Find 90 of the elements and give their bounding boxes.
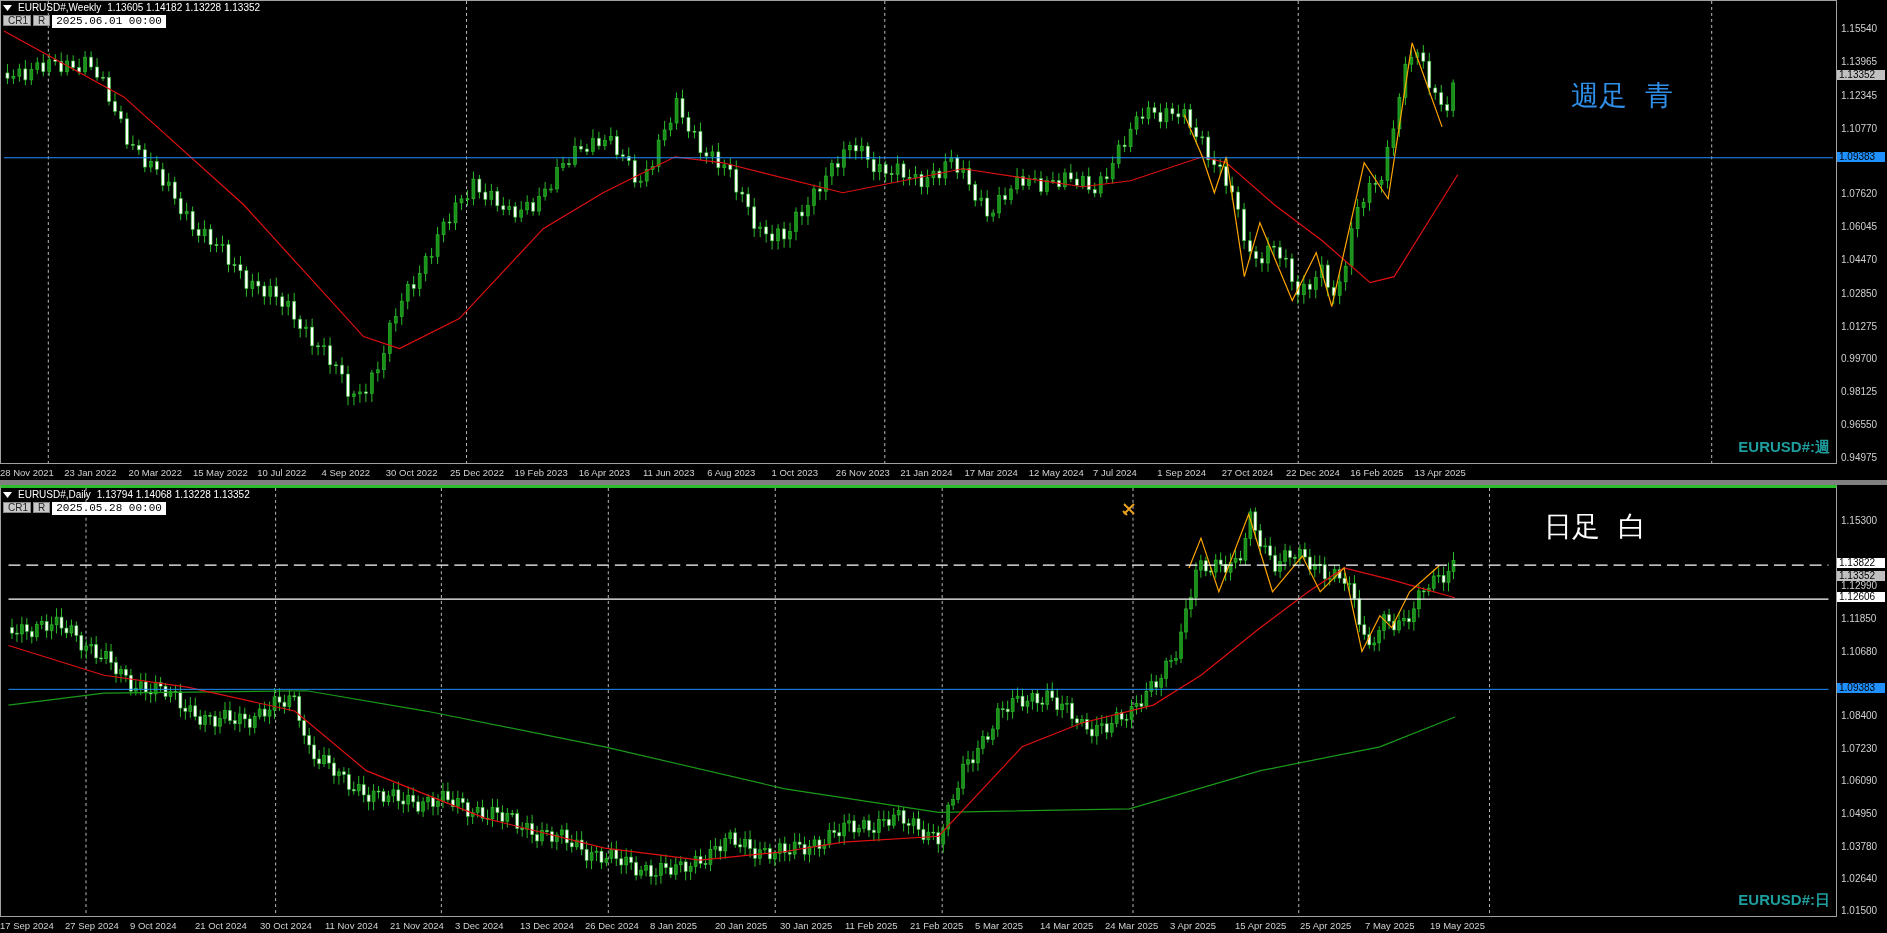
price-label: 1.10680 bbox=[1841, 646, 1878, 657]
time-label: 1 Sep 2024 bbox=[1157, 466, 1207, 478]
time-label: 9 Oct 2024 bbox=[130, 919, 178, 931]
time-label: 19 May 2025 bbox=[1430, 919, 1486, 931]
price-label: 1.06090 bbox=[1841, 776, 1878, 787]
price-marker: 1.09383 bbox=[1837, 683, 1885, 694]
chart-button[interactable]: R bbox=[33, 15, 51, 26]
time-label: 24 Mar 2025 bbox=[1105, 919, 1160, 931]
chart-button[interactable]: CR1 bbox=[3, 502, 31, 513]
price-label: 1.04470 bbox=[1841, 254, 1878, 265]
price-label: 0.96550 bbox=[1841, 420, 1878, 431]
price-label: 1.02850 bbox=[1841, 288, 1878, 299]
time-label: 16 Apr 2023 bbox=[578, 466, 631, 478]
time-label: 21 Jan 2024 bbox=[900, 466, 954, 478]
price-label: 0.94975 bbox=[1841, 453, 1878, 463]
time-label: 27 Sep 2024 bbox=[65, 919, 120, 931]
price-label: 1.06045 bbox=[1841, 222, 1878, 233]
time-label: 13 Dec 2024 bbox=[520, 919, 575, 931]
price-label: 1.11850 bbox=[1841, 613, 1877, 624]
time-label: 4 Sep 2022 bbox=[321, 466, 372, 478]
time-label: 20 Mar 2022 bbox=[128, 466, 183, 478]
chart-note: 日足 白 bbox=[1544, 509, 1646, 545]
time-label: 11 Feb 2025 bbox=[845, 919, 899, 931]
time-label: 26 Nov 2023 bbox=[835, 466, 891, 478]
ohlc-values: 1.13605 1.14182 1.13228 1.13352 bbox=[107, 2, 261, 13]
time-label: 21 Nov 2024 bbox=[390, 919, 445, 931]
time-label: 12 May 2024 bbox=[1028, 466, 1085, 478]
time-label: 11 Nov 2024 bbox=[325, 919, 380, 931]
time-label: 3 Dec 2024 bbox=[455, 919, 505, 931]
symbol-label: EURUSD#:週 bbox=[1738, 438, 1830, 457]
price-label: 1.15300 bbox=[1841, 516, 1878, 526]
time-label: 17 Sep 2024 bbox=[0, 919, 55, 931]
ohlc-values: 1.13794 1.14068 1.13228 1.13352 bbox=[96, 489, 250, 500]
price-label: 1.08400 bbox=[1841, 711, 1878, 721]
time-label: 23 Jan 2022 bbox=[64, 466, 118, 478]
price-marker: 1.13822 bbox=[1837, 557, 1885, 568]
time-label: 30 Oct 2024 bbox=[260, 919, 313, 931]
chart-button[interactable]: CR1 bbox=[3, 15, 31, 26]
time-label: 7 Jul 2024 bbox=[1093, 466, 1138, 478]
price-marker: 1.09383 bbox=[1837, 152, 1885, 163]
time-label: 10 Jul 2022 bbox=[257, 466, 308, 478]
price-label: 1.12990 bbox=[1841, 581, 1878, 592]
chart-note: 週足 青 bbox=[1571, 78, 1673, 114]
chart-title: EURUSD#,Daily bbox=[18, 489, 91, 500]
price-label: 1.10770 bbox=[1841, 123, 1878, 134]
time-label: 30 Jan 2025 bbox=[780, 919, 834, 931]
time-label: 30 Oct 2022 bbox=[385, 466, 439, 478]
time-label: 5 Mar 2025 bbox=[975, 919, 1025, 931]
time-label: 14 Mar 2025 bbox=[1040, 919, 1095, 931]
price-label: 1.02640 bbox=[1841, 873, 1878, 884]
time-label: 26 Dec 2024 bbox=[585, 919, 640, 931]
price-label: 1.04950 bbox=[1841, 808, 1878, 819]
time-label: 27 Oct 2024 bbox=[1221, 466, 1275, 478]
price-label: 1.01500 bbox=[1841, 906, 1878, 916]
price-label: 1.03780 bbox=[1841, 841, 1878, 852]
chart-title: EURUSD#,Weekly bbox=[18, 2, 102, 13]
symbol-label: EURUSD#:日 bbox=[1738, 891, 1830, 910]
price-label: 1.01275 bbox=[1841, 321, 1878, 332]
price-label: 1.07230 bbox=[1841, 744, 1878, 755]
time-label: 25 Dec 2022 bbox=[450, 466, 505, 478]
time-label: 21 Oct 2024 bbox=[195, 919, 248, 931]
time-label: 22 Dec 2024 bbox=[1285, 466, 1341, 478]
price-label: 1.07620 bbox=[1841, 189, 1878, 200]
time-label: 15 May 2022 bbox=[192, 466, 249, 478]
time-label: 20 Jan 2025 bbox=[715, 919, 769, 931]
price-marker: 1.13352 bbox=[1837, 69, 1885, 80]
price-marker: 1.12606 bbox=[1837, 592, 1885, 603]
time-label: 25 Apr 2025 bbox=[1300, 919, 1353, 931]
price-label: 0.99700 bbox=[1841, 354, 1878, 365]
price-label: 1.12345 bbox=[1841, 90, 1878, 101]
time-label: 13 Apr 2025 bbox=[1414, 466, 1467, 478]
time-label: 28 Nov 2021 bbox=[0, 466, 55, 478]
time-label: 6 Aug 2023 bbox=[707, 466, 757, 478]
price-label: 1.13965 bbox=[1841, 56, 1878, 67]
time-label: 3 Apr 2025 bbox=[1170, 919, 1217, 931]
time-label: 16 Feb 2025 bbox=[1350, 466, 1405, 478]
time-label: 1 Oct 2023 bbox=[771, 466, 820, 478]
time-label: 21 Feb 2025 bbox=[910, 919, 965, 931]
time-label: 8 Jan 2025 bbox=[650, 919, 698, 931]
price-marker: 1.13352 bbox=[1837, 571, 1885, 582]
time-label: 17 Mar 2024 bbox=[964, 466, 1019, 478]
date-field[interactable]: 2025.06.01 00:00 bbox=[52, 15, 166, 28]
date-field[interactable]: 2025.05.28 00:00 bbox=[52, 502, 166, 515]
time-label: 19 Feb 2023 bbox=[514, 466, 569, 478]
chart-button[interactable]: R bbox=[33, 502, 51, 513]
time-label: 15 Apr 2025 bbox=[1235, 919, 1288, 931]
time-label: 11 Jun 2023 bbox=[642, 466, 696, 478]
time-label: 7 May 2025 bbox=[1365, 919, 1416, 931]
price-label: 0.98125 bbox=[1841, 387, 1878, 398]
price-label: 1.15540 bbox=[1841, 24, 1878, 34]
